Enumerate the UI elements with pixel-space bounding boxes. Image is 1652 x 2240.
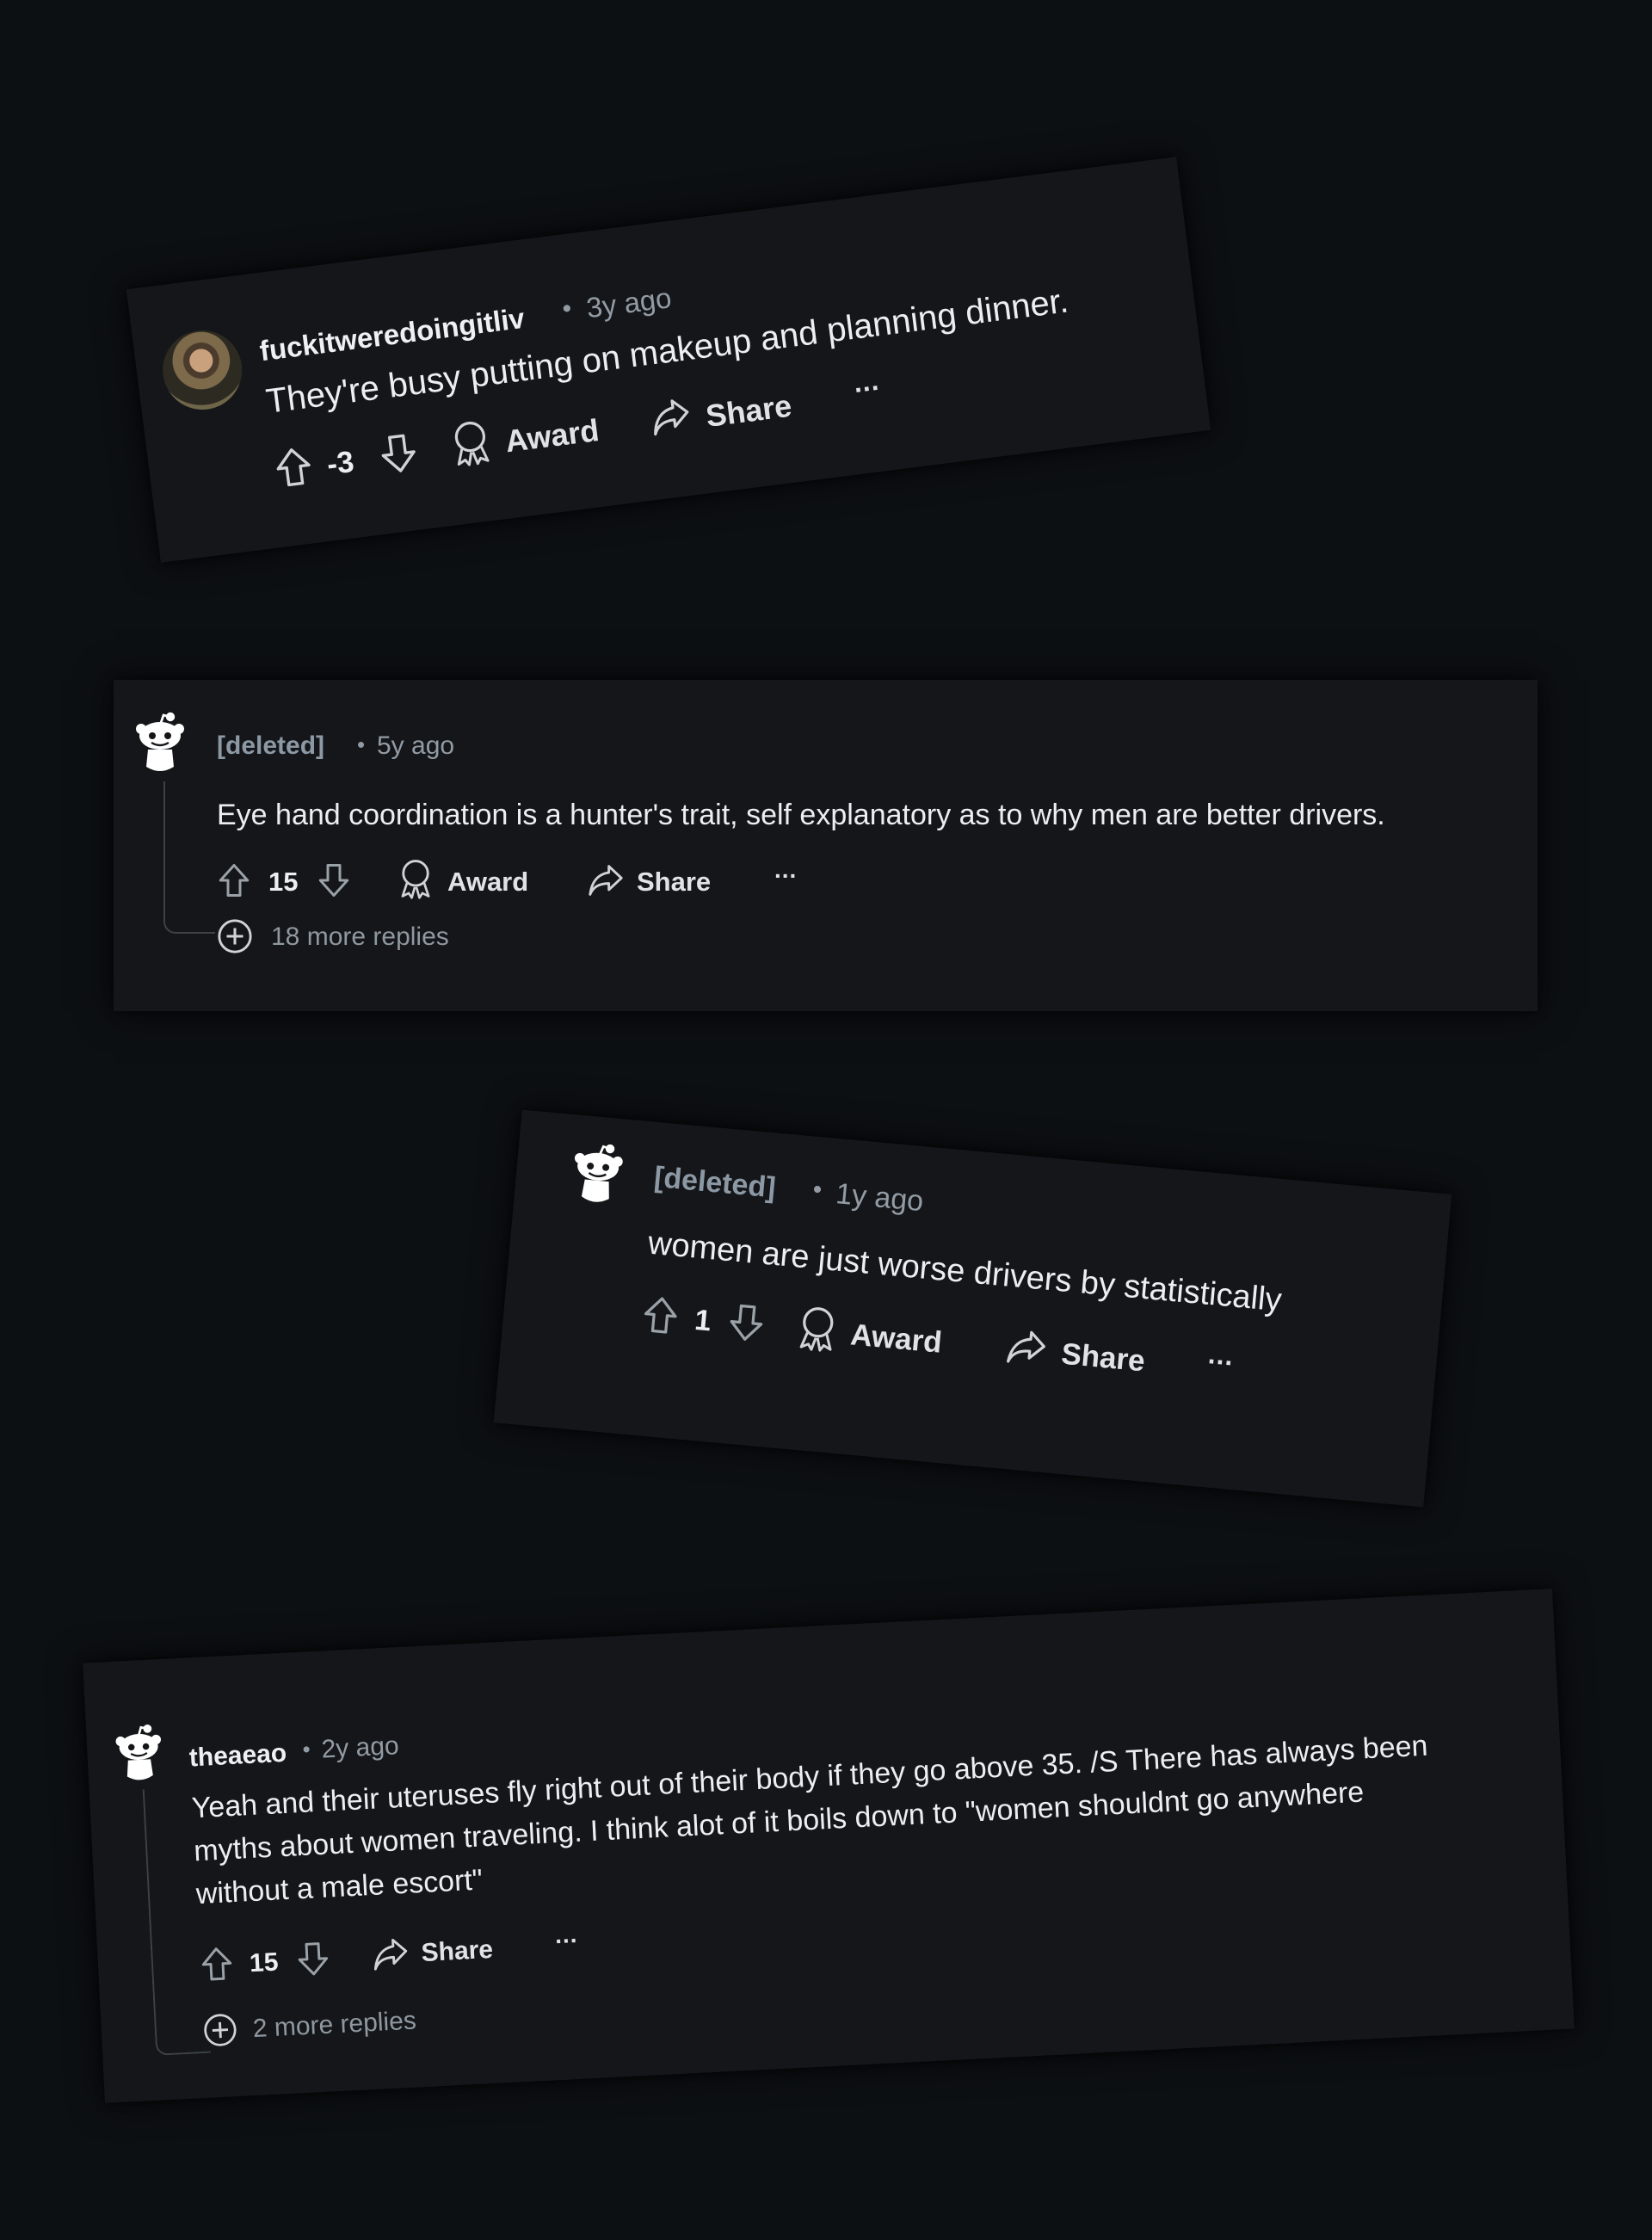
thread-line [142,1786,212,2056]
share-icon[interactable] [1004,1327,1049,1368]
more-options-button[interactable]: ... [554,1921,578,1949]
comment-text: Eye hand coordination is a hunter's trai… [217,799,1385,831]
separator-dot: • [301,1736,311,1762]
more-options-button[interactable]: ... [852,365,881,399]
username: [deleted] [217,731,325,760]
separator-dot: • [357,731,366,757]
separator-dot: • [560,293,574,324]
vote-score: 15 [249,1947,280,1978]
user-avatar[interactable] [157,325,247,415]
timestamp: 1y ago [834,1177,925,1219]
award-button[interactable]: Award [503,412,601,460]
comment-card-2: [deleted] • 5y ago Eye hand coordination… [114,680,1538,1011]
more-options-button[interactable]: ... [774,856,797,884]
thread-line [163,781,215,934]
downvote-icon[interactable] [725,1301,767,1344]
snoo-avatar-icon[interactable] [133,710,188,777]
share-button[interactable]: Share [704,388,794,435]
award-icon[interactable] [796,1304,840,1354]
timestamp: 5y ago [377,731,455,760]
share-button[interactable]: Share [637,867,711,898]
upvote-icon[interactable] [217,862,251,898]
downvote-icon[interactable] [317,862,351,898]
share-icon[interactable] [648,395,693,438]
expand-replies-icon[interactable] [202,2012,238,2048]
share-button[interactable]: Share [421,1935,494,1968]
downvote-icon[interactable] [295,1940,331,1978]
separator-dot: • [811,1175,823,1205]
comment-text-line-3: without a male escort" [194,1863,484,1911]
timestamp: 2y ago [320,1731,400,1764]
expand-replies-icon[interactable] [217,918,253,954]
comment-card-4: theaeao • 2y ago Yeah and their uteruses… [83,1589,1575,2103]
upvote-icon[interactable] [199,1945,235,1983]
vote-score: 15 [268,867,299,897]
share-button[interactable]: Share [1060,1337,1146,1379]
username[interactable]: theaeao [188,1739,287,1774]
snoo-avatar-icon[interactable] [112,1721,167,1787]
more-replies-link[interactable]: 2 more replies [252,2007,417,2045]
share-icon[interactable] [371,1936,410,1972]
comment-card-1: fuckitweredoingitliv • 3y ago They're bu… [126,157,1211,563]
share-icon[interactable] [587,863,625,898]
username: [deleted] [652,1160,778,1205]
award-button[interactable]: Award [447,867,528,898]
snoo-avatar-icon[interactable] [567,1139,628,1210]
comment-card-3: [deleted] • 1y ago women are just worse … [493,1109,1452,1508]
more-replies-link[interactable]: 18 more replies [271,923,449,952]
award-button[interactable]: Award [849,1317,943,1360]
award-icon[interactable] [398,858,434,899]
upvote-icon[interactable] [640,1293,681,1336]
vote-score: -3 [324,444,356,482]
upvote-icon[interactable] [272,444,315,490]
vote-score: 1 [693,1303,713,1338]
downvote-icon[interactable] [377,431,420,477]
timestamp: 3y ago [584,281,674,324]
award-icon[interactable] [448,417,493,468]
more-options-button[interactable]: ... [1207,1338,1236,1373]
